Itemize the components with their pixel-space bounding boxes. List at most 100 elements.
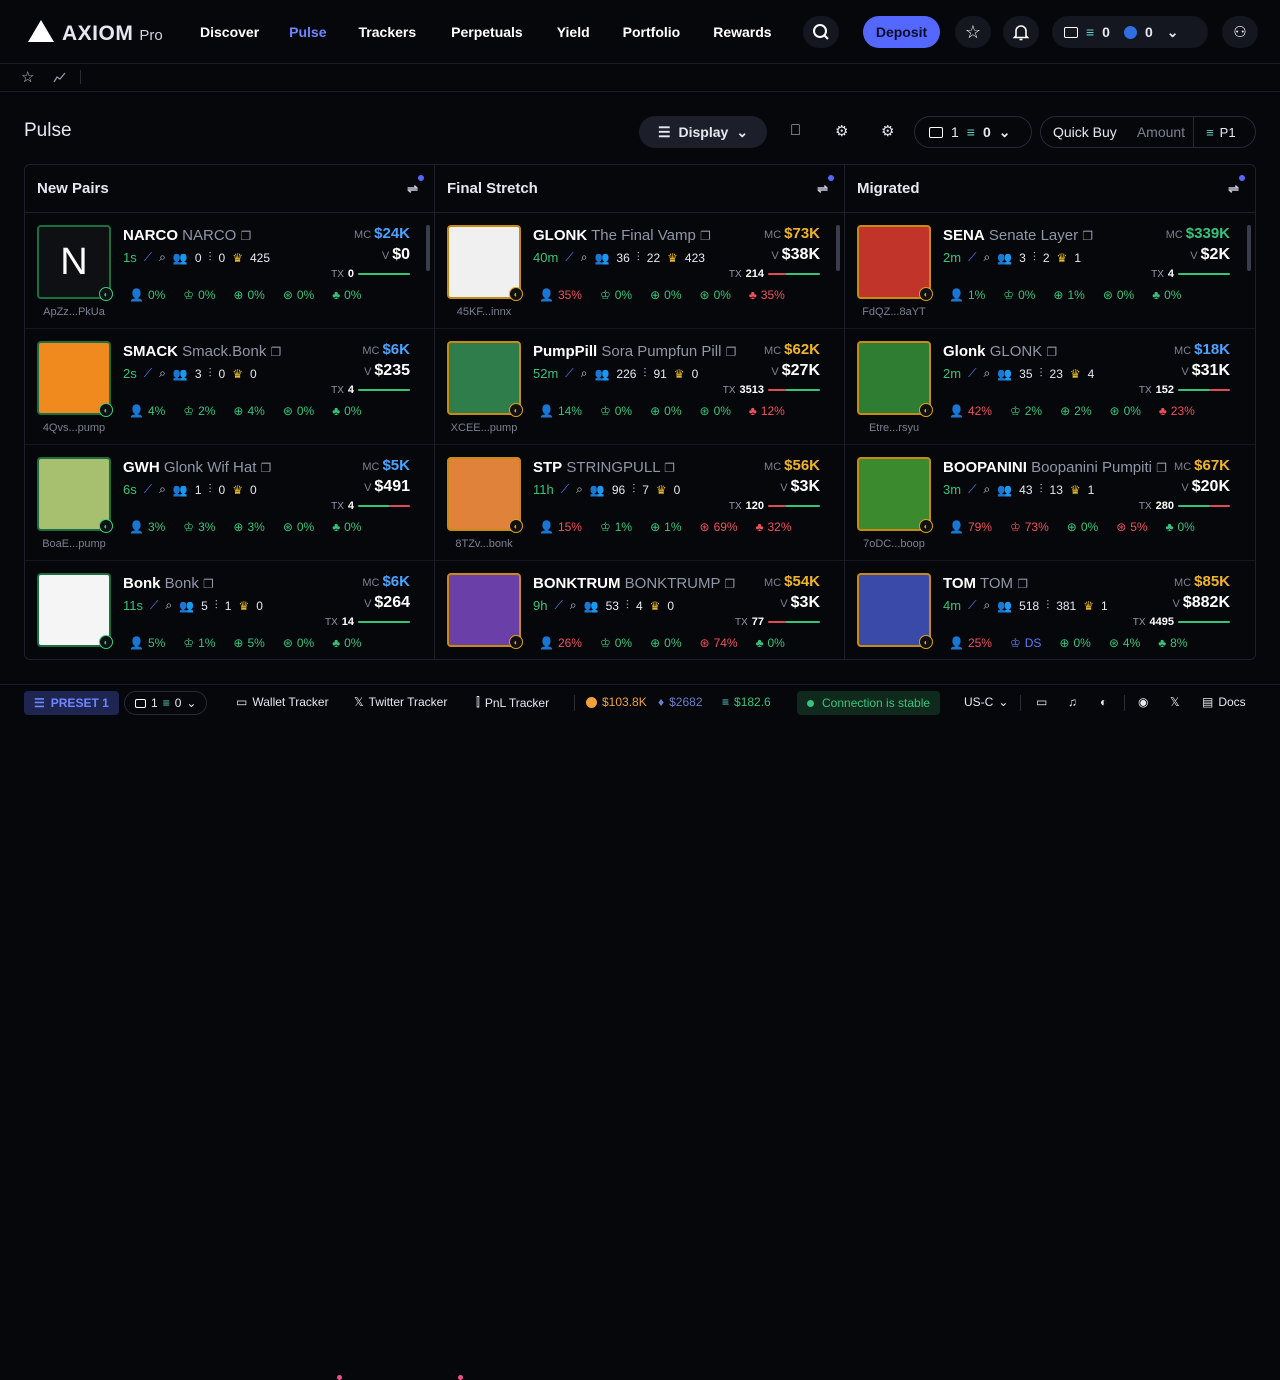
- nav-perpetuals[interactable]: Perpetuals: [451, 24, 523, 40]
- token-image[interactable]: [447, 573, 521, 647]
- token-image[interactable]: [37, 573, 111, 647]
- deposit-button[interactable]: Deposit: [863, 16, 940, 48]
- token-image[interactable]: N: [37, 225, 111, 299]
- token-title[interactable]: GLONK The Final Vamp ❐: [533, 227, 711, 244]
- token-image[interactable]: [37, 341, 111, 415]
- stat-dev-holding[interactable]: ♔ DS: [1004, 633, 1047, 653]
- token-title[interactable]: Bonk Bonk ❐: [123, 575, 214, 592]
- token-title[interactable]: BOOPANINI Boopanini Pumpiti ❐: [943, 459, 1167, 476]
- stat-top-holders[interactable]: 👤 4%: [123, 401, 171, 421]
- token-address[interactable]: 4Qvs...pump: [29, 422, 119, 434]
- token-card[interactable]: ◐ Etre...rsyu Glonk GLONK ❐ 2m ⟋ ⌕ 👥 35 ⫶…: [845, 329, 1255, 445]
- stat-top-holders[interactable]: 👤 35%: [533, 285, 588, 305]
- amount-input[interactable]: Amount: [1129, 116, 1195, 148]
- stat-bundlers[interactable]: ♣ 12%: [743, 401, 791, 421]
- stat-bundlers[interactable]: ♣ 8%: [1152, 633, 1193, 653]
- nav-pulse[interactable]: Pulse: [289, 24, 326, 40]
- stat-bundlers[interactable]: ♣ 0%: [1160, 517, 1201, 537]
- filter-icon[interactable]: ⇌: [817, 181, 828, 197]
- search-icon[interactable]: ⌕: [983, 598, 990, 613]
- token-card[interactable]: ◐ 45KF...innx GLONK The Final Vamp ❐ 40m…: [435, 213, 844, 329]
- link-icon[interactable]: ⟋: [968, 366, 976, 381]
- search-icon[interactable]: ⌕: [165, 598, 172, 613]
- link-icon[interactable]: ⟋: [565, 250, 573, 265]
- token-title[interactable]: NARCO NARCO ❐: [123, 227, 251, 244]
- stat-insiders[interactable]: ⊛ 69%: [694, 517, 744, 537]
- token-title[interactable]: GWH Glonk Wif Hat ❐: [123, 459, 271, 476]
- stat-insiders[interactable]: ⊛ 0%: [277, 401, 320, 421]
- stat-insiders[interactable]: ⊛ 0%: [694, 285, 737, 305]
- copy-icon[interactable]: ❐: [664, 461, 675, 475]
- stat-snipers[interactable]: ⊕ 3%: [227, 517, 270, 537]
- stat-insiders[interactable]: ⊛ 0%: [1104, 401, 1147, 421]
- stat-dev-holding[interactable]: ♔ 0%: [594, 285, 638, 305]
- stat-insiders[interactable]: ⊛ 0%: [277, 633, 320, 653]
- copy-icon[interactable]: ❐: [1046, 345, 1057, 359]
- token-address[interactable]: FdQZ...8aYT: [849, 306, 939, 318]
- link-icon[interactable]: ⟋: [968, 250, 976, 265]
- search-icon[interactable]: ⌕: [159, 482, 166, 497]
- link-icon[interactable]: ⟋: [561, 482, 569, 497]
- palette-icon[interactable]: ◐: [1100, 695, 1107, 709]
- copy-icon[interactable]: ❐: [203, 577, 214, 591]
- link-icon[interactable]: ⟋: [144, 250, 152, 265]
- token-card[interactable]: ◐ Bonk Bonk ❐ 11s ⟋ ⌕ 👥 5 ⫶ 1 ♛ 0 MC $6K V $2…: [25, 561, 434, 659]
- footer-wallet-selector[interactable]: 1 ≡ 0 ⌄: [124, 691, 208, 715]
- stat-bundlers[interactable]: ♣ 0%: [1146, 285, 1187, 305]
- layout-icon[interactable]: ▭: [1036, 695, 1047, 709]
- token-address[interactable]: Etre...rsyu: [849, 422, 939, 434]
- stat-dev-holding[interactable]: ♔ 0%: [594, 633, 638, 653]
- link-icon[interactable]: ⟋: [150, 598, 158, 613]
- copy-icon[interactable]: ❐: [1082, 229, 1093, 243]
- token-address[interactable]: BoaE...pump: [29, 538, 119, 550]
- search-icon[interactable]: ⌕: [159, 366, 166, 381]
- display-button[interactable]: ☰ Display ⌄: [639, 116, 767, 148]
- copy-icon[interactable]: ❐: [241, 229, 252, 243]
- stat-snipers[interactable]: ⊕ 4%: [227, 401, 270, 421]
- copy-icon[interactable]: ❐: [724, 577, 735, 591]
- link-icon[interactable]: ⟋: [968, 598, 976, 613]
- search-icon[interactable]: ⌕: [159, 250, 166, 265]
- gear-icon[interactable]: ⚙: [881, 122, 894, 140]
- search-icon[interactable]: ⌕: [581, 366, 588, 381]
- stat-bundlers[interactable]: ♣ 0%: [326, 401, 367, 421]
- stat-dev-holding[interactable]: ♔ 2%: [1004, 401, 1048, 421]
- nav-rewards[interactable]: Rewards: [713, 24, 771, 40]
- search-icon[interactable]: ⌕: [570, 598, 577, 613]
- stat-insiders[interactable]: ⊛ 0%: [277, 517, 320, 537]
- search-icon[interactable]: ⌕: [983, 366, 990, 381]
- search-icon[interactable]: ⌕: [576, 482, 583, 497]
- stat-snipers[interactable]: ⊕ 2%: [1054, 401, 1097, 421]
- token-image[interactable]: [447, 341, 521, 415]
- copy-icon[interactable]: ❐: [726, 345, 737, 359]
- token-image[interactable]: [447, 225, 521, 299]
- preset-button[interactable]: ☰ PRESET 1: [24, 691, 119, 715]
- stat-snipers[interactable]: ⊕ 0%: [644, 633, 687, 653]
- docs-button[interactable]: ▤ Docs: [1202, 695, 1246, 709]
- stat-snipers[interactable]: ⊕ 1%: [644, 517, 687, 537]
- nav-portfolio[interactable]: Portfolio: [623, 24, 681, 40]
- stat-insiders[interactable]: ⊛ 0%: [1097, 285, 1140, 305]
- stat-top-holders[interactable]: 👤 15%: [533, 517, 588, 537]
- token-card[interactable]: ◐ 7oDC...boop BOOPANINI Boopanini Pumpit…: [845, 445, 1255, 561]
- stat-top-holders[interactable]: 👤 42%: [943, 401, 998, 421]
- axiom-logo[interactable]: AXIOM Pro: [28, 18, 163, 46]
- star-icon[interactable]: ☆: [21, 68, 34, 86]
- stat-snipers[interactable]: ⊕ 1%: [1047, 285, 1090, 305]
- stat-dev-holding[interactable]: ♔ 1%: [177, 633, 221, 653]
- token-card[interactable]: ◐ BoaE...pump GWH Glonk Wif Hat ❐ 6s ⟋ ⌕…: [25, 445, 434, 561]
- search-icon[interactable]: ⌕: [983, 482, 990, 497]
- token-image[interactable]: [857, 225, 931, 299]
- notifications-button[interactable]: [1003, 16, 1039, 48]
- x-icon[interactable]: 𝕏: [1170, 695, 1180, 709]
- token-image[interactable]: [37, 457, 111, 531]
- token-image[interactable]: [857, 457, 931, 531]
- stat-snipers[interactable]: ⊕ 0%: [644, 401, 687, 421]
- stat-bundlers[interactable]: ♣ 0%: [326, 633, 367, 653]
- token-title[interactable]: SENA Senate Layer ❐: [943, 227, 1093, 244]
- stat-top-holders[interactable]: 👤 14%: [533, 401, 588, 421]
- sound-settings-icon[interactable]: ⚙: [835, 122, 848, 140]
- token-card[interactable]: ◐ 8TZv...bonk STP STRINGPULL ❐ 11h ⟋ ⌕ 👥…: [435, 445, 844, 561]
- copy-icon[interactable]: ❐: [261, 461, 272, 475]
- stat-top-holders[interactable]: 👤 25%: [943, 633, 998, 653]
